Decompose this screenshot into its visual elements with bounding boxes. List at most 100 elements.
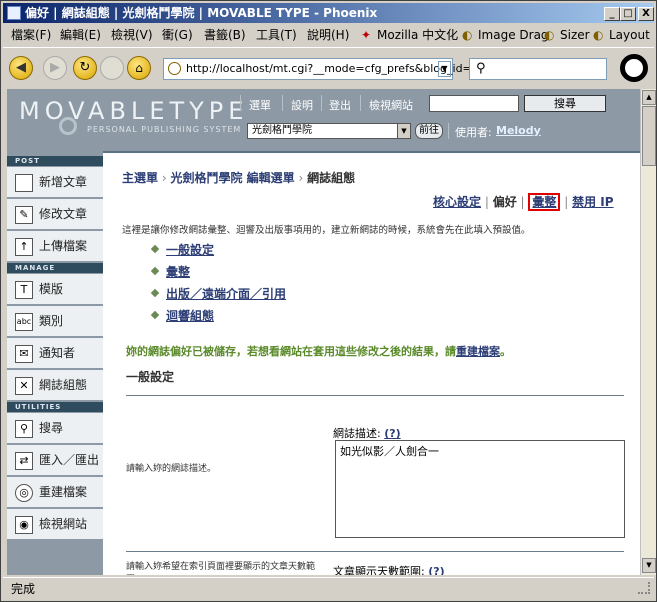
mt-sidebar: POST 新增文章 ✎ 修改文章 ↑ 上傳檔案 MANAGE T 模版 abc 類別 ✉… — [7, 151, 103, 575]
menu-image-drag[interactable]: Image Drag — [478, 24, 549, 46]
vertical-scrollbar[interactable]: ▲ ▼ — [640, 89, 656, 575]
top-link-help[interactable]: 設明 — [291, 97, 313, 113]
sidebar-item-upload[interactable]: ↑ 上傳檔案 — [7, 231, 103, 262]
help-link[interactable]: (?) — [384, 427, 400, 440]
sidebar-item-categories[interactable]: abc 類別 — [7, 306, 103, 337]
help-link[interactable]: (?) — [428, 565, 444, 575]
section-manage: MANAGE — [7, 263, 103, 273]
menu-view[interactable]: 檢視(V) — [111, 24, 153, 46]
tools-icon: ✕ — [15, 377, 33, 395]
forward-icon[interactable]: ▶ — [43, 56, 67, 80]
gear-icon — [59, 117, 77, 135]
sidebar-item-label: 重建檔案 — [39, 485, 88, 499]
rebuild-link[interactable]: 重建檔案 — [456, 345, 500, 358]
blog-select[interactable]: 光劍格鬥學院 ▼ — [247, 123, 411, 139]
page-icon — [168, 62, 181, 75]
status-text: 完成 — [11, 582, 36, 596]
breadcrumb-blog-menu[interactable]: 光劍格鬥學院 編輯選單 — [170, 171, 294, 185]
sidebar-item-label: 網誌組態 — [39, 378, 88, 392]
sidebar-item-label: 匯入／匯出 — [39, 453, 100, 467]
back-icon[interactable]: ◀ — [9, 56, 33, 80]
user-label: 使用者: — [455, 126, 492, 139]
user-name-link[interactable]: Melody — [496, 124, 541, 137]
category-icon: abc — [15, 313, 33, 331]
search-box[interactable]: ⚲ — [469, 58, 607, 80]
resize-grip-icon[interactable] — [638, 582, 650, 594]
mozilla-icon: ✦ — [361, 28, 372, 42]
divider — [126, 395, 624, 396]
sidebar-item-label: 類別 — [39, 314, 64, 328]
document-icon — [15, 174, 33, 192]
scroll-down-icon[interactable]: ▼ — [642, 558, 656, 573]
throbber-icon — [620, 54, 648, 82]
mt-logo-subtitle: PERSONAL PUBLISHING SYSTEM — [87, 125, 242, 134]
breadcrumb-main-menu[interactable]: 主選單 — [122, 171, 158, 185]
reload-icon[interactable]: ↻ — [73, 56, 97, 80]
tab-divider: | — [484, 195, 493, 209]
breadcrumb-sep-icon: › — [298, 171, 308, 185]
subnav-publishing[interactable]: 出版／遠端介面／引用 — [166, 285, 286, 302]
intro-text: 這裡是讓你修改網誌彙整、迴響及出版事項用的，建立新網誌的時候，系統會先在此填入預… — [122, 225, 531, 236]
sidebar-item-weblog-config[interactable]: ✕ 網誌組態 — [7, 370, 103, 401]
home-icon[interactable]: ⌂ — [127, 56, 151, 80]
divider — [282, 95, 283, 111]
sidebar-item-search[interactable]: ⚲ 搜尋 — [7, 413, 103, 444]
sidebar-item-templates[interactable]: T 模版 — [7, 274, 103, 305]
menu-bookmarks[interactable]: 書籤(B) — [204, 24, 246, 46]
sidebar-item-label: 新增文章 — [39, 175, 88, 189]
sidebar-item-edit-entries[interactable]: ✎ 修改文章 — [7, 199, 103, 230]
menu-file[interactable]: 檔案(F) — [11, 24, 51, 46]
mt-search-input[interactable] — [429, 95, 519, 112]
tab-preferences[interactable]: 偏好 — [493, 195, 517, 209]
mt-logo: MOVABLETYPE — [19, 97, 249, 125]
top-link-logout[interactable]: 登出 — [329, 97, 351, 113]
import-export-icon: ⇄ — [15, 452, 33, 470]
address-bar[interactable]: http://localhost/mt.cgi?__mode=cfg_prefs… — [163, 58, 479, 80]
menu-go[interactable]: 衝(G) — [162, 24, 193, 46]
menu-layout[interactable]: Layout — [609, 24, 650, 46]
sidebar-item-notifications[interactable]: ✉ 通知者 — [7, 338, 103, 369]
navigation-toolbar: ◀ ▶ ↻ ⌂ http://localhost/mt.cgi?__mode=c… — [3, 47, 654, 87]
menu-edit[interactable]: 編輯(E) — [60, 24, 101, 46]
sidebar-item-import-export[interactable]: ⇄ 匯入／匯出 — [7, 445, 103, 476]
tab-core-setup[interactable]: 核心設定 — [433, 195, 481, 209]
close-button[interactable]: X — [638, 7, 654, 21]
sidebar-item-label: 修改文章 — [39, 207, 88, 221]
mt-header: MOVABLETYPE PERSONAL PUBLISHING SYSTEM 選… — [7, 89, 640, 151]
tab-ip-banning[interactable]: 禁用 IP — [572, 195, 613, 209]
sidebar-item-label: 通知者 — [39, 346, 76, 360]
subnav-feedback[interactable]: 迴響組態 — [166, 307, 214, 324]
menu-mozilla-chinese[interactable]: Mozilla 中文化 — [377, 24, 458, 46]
stop-icon[interactable] — [100, 56, 124, 80]
description-hint: 請輸入妳的網誌描述。 — [126, 464, 217, 474]
top-link-menu[interactable]: 選單 — [249, 97, 271, 113]
config-tabs: 核心設定 | 偏好 | 彙整 | 禁用 IP — [433, 193, 614, 211]
menu-sizer[interactable]: Sizer — [560, 24, 590, 46]
description-textarea[interactable]: 如光似影／人劍合一 — [335, 440, 625, 538]
subnav-general[interactable]: 一般設定 — [166, 241, 214, 258]
menu-tools[interactable]: 工具(T) — [256, 24, 297, 46]
sidebar-item-view-site[interactable]: ◉ 檢視網站 — [7, 509, 103, 540]
mt-search-button[interactable]: 搜尋 — [524, 95, 606, 112]
days-hint: 請輸入妳希望在索引頁面裡要顯示的文章天數範圍。 — [126, 562, 316, 572]
minimize-button[interactable]: _ — [604, 7, 620, 21]
sidebar-item-rebuild[interactable]: ◎ 重建檔案 — [7, 477, 103, 508]
divider — [240, 95, 241, 111]
field-label: 網誌描述: (?) — [333, 425, 401, 441]
maximize-button[interactable]: □ — [620, 7, 636, 21]
tab-archiving[interactable]: 彙整 — [528, 193, 561, 211]
address-dropdown-icon[interactable]: ▼ — [438, 61, 451, 77]
browser-icon — [7, 6, 21, 20]
sidebar-item-new-entry[interactable]: 新增文章 — [7, 167, 103, 198]
days-label: 文章顯示天數範圍: — [333, 565, 425, 575]
bullet-icon — [150, 266, 160, 276]
menu-help[interactable]: 說明(H) — [307, 24, 349, 46]
field-label: 文章顯示天數範圍: (?) — [333, 563, 445, 575]
divider — [321, 95, 322, 111]
go-button[interactable]: 前往 — [415, 123, 443, 139]
scroll-up-icon[interactable]: ▲ — [642, 90, 656, 105]
description-label: 網誌描述: — [333, 427, 381, 440]
subnav-archiving[interactable]: 彙整 — [166, 263, 190, 280]
scroll-thumb[interactable] — [642, 106, 656, 166]
top-link-view-site[interactable]: 檢視網站 — [369, 97, 413, 113]
